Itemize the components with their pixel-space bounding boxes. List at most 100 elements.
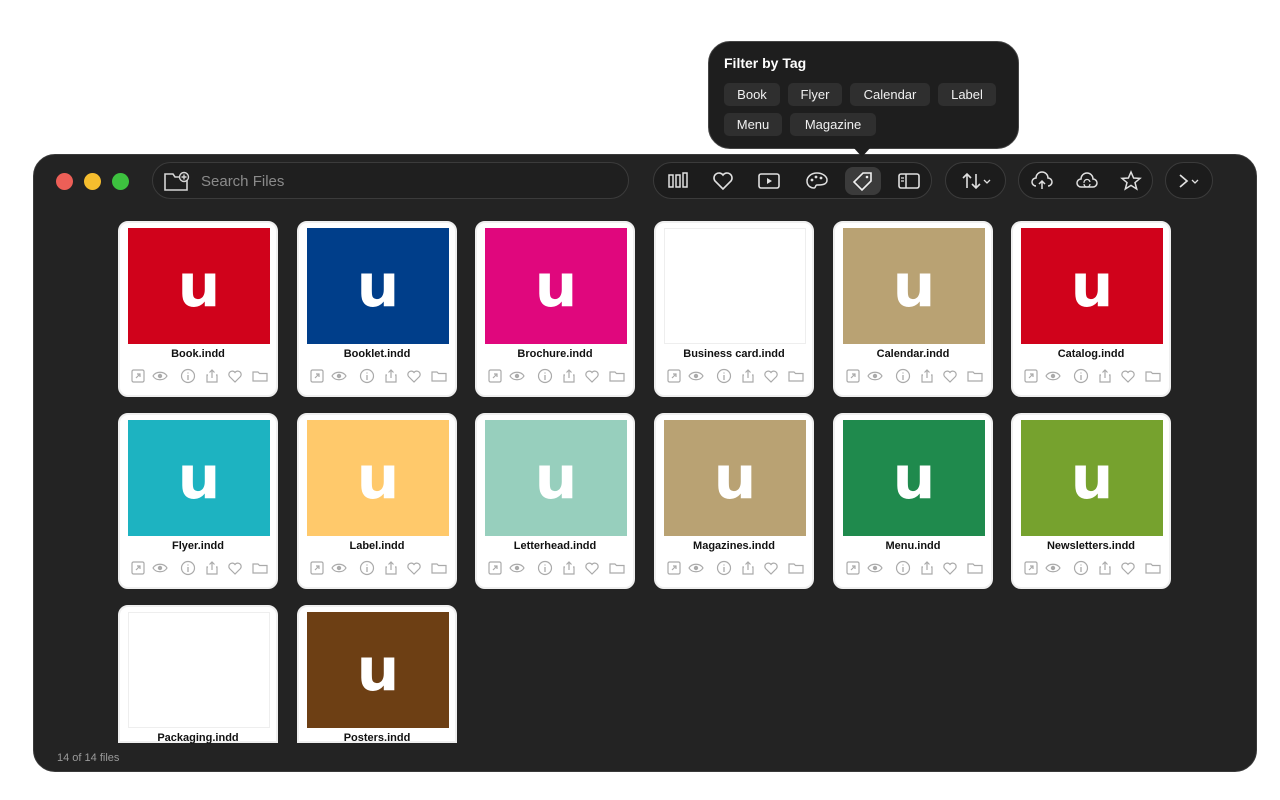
file-thumbnail[interactable]: u (128, 420, 270, 536)
favorite-heart-icon[interactable] (1120, 560, 1136, 576)
preview-eye-icon[interactable] (1045, 368, 1061, 384)
file-thumbnail[interactable] (128, 612, 270, 728)
sort-icon[interactable] (956, 167, 996, 195)
open-external-icon[interactable] (130, 368, 146, 384)
file-card[interactable]: u Posters.indd (297, 605, 457, 744)
share-icon[interactable] (919, 368, 935, 384)
file-card[interactable]: u Letterhead.indd (475, 413, 635, 589)
open-external-icon[interactable] (309, 368, 325, 384)
tag-chip-book[interactable]: Book (724, 83, 780, 106)
minimize-window-button[interactable] (84, 173, 101, 190)
reveal-folder-icon[interactable] (252, 368, 268, 384)
open-external-icon[interactable] (845, 560, 861, 576)
file-card[interactable]: Packaging.indd (118, 605, 278, 744)
preview-eye-icon[interactable] (152, 368, 168, 384)
preview-eye-icon[interactable] (331, 560, 347, 576)
tag-chip-label[interactable]: Label (938, 83, 996, 106)
file-card[interactable]: u Newsletters.indd (1011, 413, 1171, 589)
preview-eye-icon[interactable] (867, 560, 883, 576)
file-thumbnail[interactable]: u (307, 420, 449, 536)
file-thumbnail[interactable]: u (843, 228, 985, 344)
sync-cloud-icon[interactable] (1069, 167, 1105, 195)
tag-chip-magazine[interactable]: Magazine (790, 113, 876, 136)
favorite-heart-icon[interactable] (1120, 368, 1136, 384)
tag-chip-calendar[interactable]: Calendar (850, 83, 930, 106)
reveal-folder-icon[interactable] (788, 560, 804, 576)
share-icon[interactable] (561, 368, 577, 384)
reveal-folder-icon[interactable] (967, 368, 983, 384)
info-icon[interactable] (180, 560, 196, 576)
search-input[interactable] (201, 169, 601, 193)
reveal-folder-icon[interactable] (967, 560, 983, 576)
reveal-folder-icon[interactable] (1145, 368, 1161, 384)
share-icon[interactable] (1097, 560, 1113, 576)
file-card[interactable]: u Magazines.indd (654, 413, 814, 589)
tag-chip-menu[interactable]: Menu (724, 113, 782, 136)
favorite-heart-icon[interactable] (584, 368, 600, 384)
info-icon[interactable] (895, 368, 911, 384)
reveal-folder-icon[interactable] (431, 560, 447, 576)
preview-eye-icon[interactable] (509, 368, 525, 384)
open-external-icon[interactable] (1023, 560, 1039, 576)
file-thumbnail[interactable]: u (664, 420, 806, 536)
play-icon[interactable] (751, 167, 787, 195)
info-icon[interactable] (359, 560, 375, 576)
favorite-heart-icon[interactable] (763, 560, 779, 576)
favorite-heart-icon[interactable] (227, 368, 243, 384)
favorite-heart-icon[interactable] (763, 368, 779, 384)
info-icon[interactable] (359, 368, 375, 384)
file-thumbnail[interactable]: u (307, 612, 449, 728)
file-thumbnail[interactable]: u (1021, 228, 1163, 344)
star-icon[interactable] (1113, 167, 1149, 195)
library-icon[interactable] (660, 167, 696, 195)
preview-eye-icon[interactable] (509, 560, 525, 576)
preview-eye-icon[interactable] (331, 368, 347, 384)
file-card[interactable]: u Brochure.indd (475, 221, 635, 397)
open-external-icon[interactable] (487, 368, 503, 384)
reveal-folder-icon[interactable] (1145, 560, 1161, 576)
file-thumbnail[interactable] (664, 228, 806, 344)
file-thumbnail[interactable]: u (307, 228, 449, 344)
tag-icon[interactable] (845, 167, 881, 195)
file-thumbnail[interactable]: u (485, 228, 627, 344)
file-card[interactable]: Business card.indd (654, 221, 814, 397)
heart-icon[interactable] (705, 167, 741, 195)
file-card[interactable]: u Flyer.indd (118, 413, 278, 589)
file-card[interactable]: u Calendar.indd (833, 221, 993, 397)
chevron-right-icon[interactable] (1170, 167, 1208, 195)
favorite-heart-icon[interactable] (942, 560, 958, 576)
preview-eye-icon[interactable] (688, 368, 704, 384)
open-external-icon[interactable] (309, 560, 325, 576)
info-icon[interactable] (895, 560, 911, 576)
info-icon[interactable] (1073, 560, 1089, 576)
reveal-folder-icon[interactable] (431, 368, 447, 384)
file-card[interactable]: u Catalog.indd (1011, 221, 1171, 397)
file-thumbnail[interactable]: u (128, 228, 270, 344)
info-icon[interactable] (180, 368, 196, 384)
favorite-heart-icon[interactable] (584, 560, 600, 576)
file-card[interactable]: u Menu.indd (833, 413, 993, 589)
share-icon[interactable] (383, 368, 399, 384)
file-thumbnail[interactable]: u (843, 420, 985, 536)
preview-eye-icon[interactable] (1045, 560, 1061, 576)
file-thumbnail[interactable]: u (1021, 420, 1163, 536)
reveal-folder-icon[interactable] (252, 560, 268, 576)
favorite-heart-icon[interactable] (942, 368, 958, 384)
tag-chip-flyer[interactable]: Flyer (788, 83, 842, 106)
share-icon[interactable] (740, 368, 756, 384)
share-icon[interactable] (919, 560, 935, 576)
open-external-icon[interactable] (666, 368, 682, 384)
file-card[interactable]: u Book.indd (118, 221, 278, 397)
sidebar-icon[interactable] (891, 167, 927, 195)
file-card[interactable]: u Label.indd (297, 413, 457, 589)
zoom-window-button[interactable] (112, 173, 129, 190)
palette-icon[interactable] (799, 167, 835, 195)
share-icon[interactable] (740, 560, 756, 576)
open-external-icon[interactable] (130, 560, 146, 576)
info-icon[interactable] (1073, 368, 1089, 384)
open-external-icon[interactable] (1023, 368, 1039, 384)
reveal-folder-icon[interactable] (788, 368, 804, 384)
share-icon[interactable] (204, 560, 220, 576)
close-window-button[interactable] (56, 173, 73, 190)
open-external-icon[interactable] (666, 560, 682, 576)
